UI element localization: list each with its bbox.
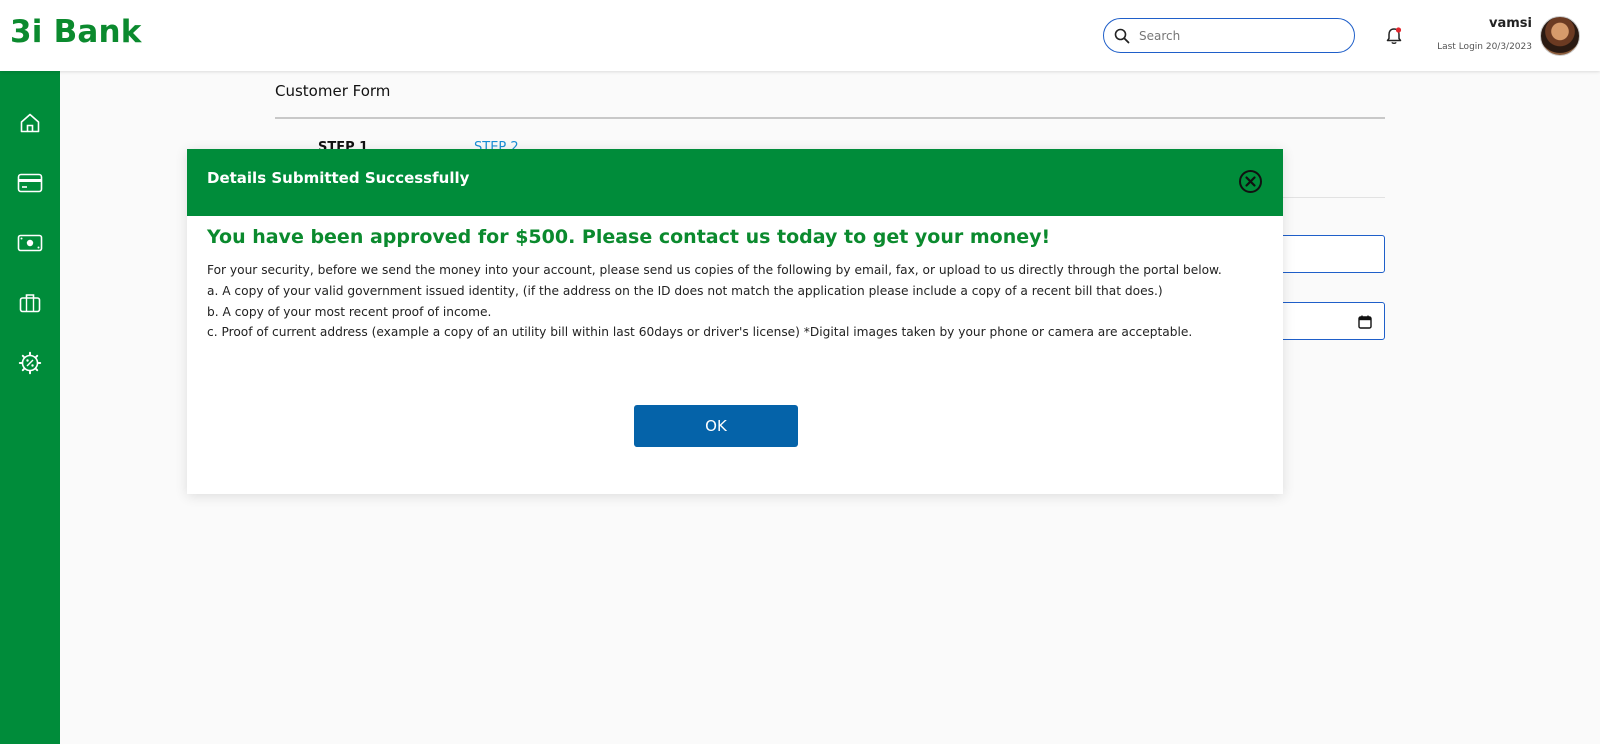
success-modal: Details Submitted Successfully You have … [187, 149, 1283, 494]
modal-header: Details Submitted Successfully [187, 149, 1283, 216]
message-line: c. Proof of current address (example a c… [207, 325, 1193, 340]
sidebar-item-payments[interactable] [16, 229, 44, 257]
percent-badge-icon [18, 351, 42, 375]
avatar[interactable] [1540, 16, 1580, 56]
sidebar [0, 71, 60, 744]
last-login-text: Last Login 20/3/2023 [1437, 42, 1532, 52]
approval-headline: You have been approved for $500. Please … [207, 226, 1051, 248]
calendar-icon[interactable] [1358, 315, 1372, 329]
modal-title: Details Submitted Successfully [207, 169, 470, 187]
top-header: 3i Bank vamsi Last Login 20/3/2023 [0, 0, 1600, 71]
sidebar-item-cards[interactable] [16, 169, 44, 197]
form-title: Customer Form [275, 82, 391, 100]
sidebar-item-portfolio[interactable] [16, 289, 44, 317]
home-icon [20, 113, 40, 133]
card-icon [17, 173, 43, 193]
message-line: b. A copy of your most recent proof of i… [207, 304, 492, 319]
search-icon [1114, 28, 1130, 43]
sidebar-item-home[interactable] [16, 109, 44, 137]
bank-logo[interactable]: 3i Bank [10, 14, 142, 50]
sidebar-item-offers[interactable] [16, 349, 44, 377]
cash-icon [17, 234, 43, 252]
message-line: For your security, before we send the mo… [207, 263, 1222, 277]
briefcase-icon [19, 294, 41, 313]
notification-bell-icon[interactable] [1384, 26, 1404, 46]
search-box[interactable] [1103, 18, 1355, 53]
form-divider [275, 117, 1385, 119]
ok-button[interactable]: OK [634, 405, 798, 447]
message-line: a. A copy of your valid government issue… [207, 283, 1163, 298]
modal-message: For your security, before we send the mo… [207, 260, 1275, 343]
search-input[interactable] [1139, 28, 1329, 43]
user-name: vamsi [1489, 16, 1532, 31]
close-icon[interactable] [1238, 169, 1263, 194]
